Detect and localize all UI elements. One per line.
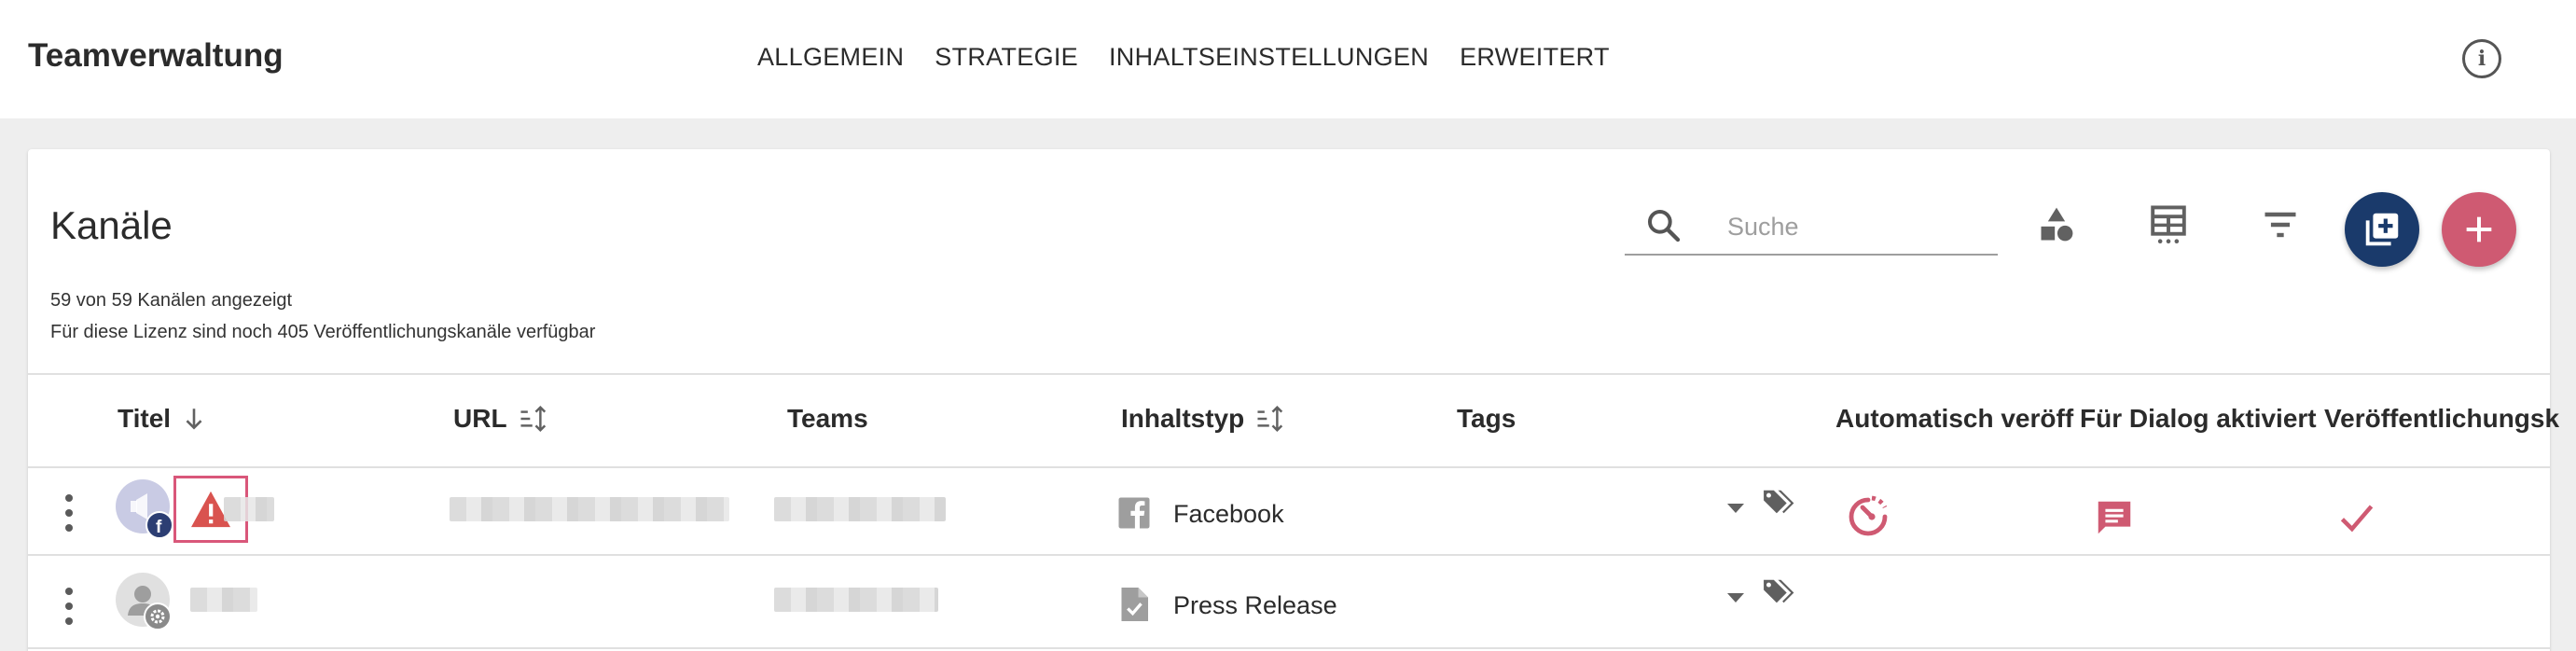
plus-icon — [2466, 216, 2492, 242]
add-library-button[interactable] — [2345, 192, 2419, 267]
nav-strategie[interactable]: STRATEGIE — [935, 43, 1078, 72]
filter-button[interactable] — [2257, 201, 2304, 248]
kebab-icon[interactable] — [63, 588, 75, 625]
column-header-label: Inhaltstyp — [1121, 404, 1245, 433]
channels-count-text: 59 von 59 Kanälen angezeigt — [50, 290, 293, 311]
columns-button[interactable] — [2145, 201, 2192, 248]
add-channel-button[interactable] — [2442, 192, 2516, 267]
main-nav: ALLGEMEIN STRATEGIE INHALTSEINSTELLUNGEN… — [757, 43, 1641, 72]
column-header-publishing[interactable]: Veröffentlichungsk — [2324, 404, 2559, 434]
column-header-titel[interactable]: Titel — [118, 404, 206, 434]
tag-icon[interactable] — [1761, 485, 1798, 519]
column-header-inhaltstyp[interactable]: Inhaltstyp — [1121, 404, 1285, 434]
page-title: Kanäle — [50, 203, 173, 247]
app-title: Teamverwaltung — [28, 37, 284, 74]
column-header-label: Tags — [1457, 404, 1517, 433]
search-field[interactable] — [1625, 198, 1998, 256]
column-header-label: Automatisch veröff — [1835, 404, 2074, 433]
channels-card: Kanäle 59 von 59 Kanälen angezeigt Für d… — [28, 149, 2559, 651]
nav-erweitert[interactable]: ERWEITERT — [1460, 43, 1610, 72]
shapes-icon — [2041, 207, 2073, 242]
content-type-label: Press Release — [1173, 591, 1337, 619]
timer-icon — [1849, 495, 1888, 536]
column-header-label: Teams — [787, 404, 868, 433]
document-check-icon — [1121, 588, 1148, 621]
sort-icon — [520, 405, 546, 433]
column-header-url[interactable]: URL — [453, 404, 548, 434]
sort-arrow-icon — [186, 409, 202, 430]
column-header-label: Veröffentlichungsk — [2324, 404, 2560, 433]
dropdown-caret-icon[interactable] — [1727, 593, 1744, 603]
column-header-auto-publish[interactable]: Automatisch veröff — [1835, 404, 2073, 434]
row-divider — [28, 647, 2550, 649]
chat-icon — [2098, 501, 2131, 534]
redacted-title — [190, 588, 257, 612]
tag-icon[interactable] — [1761, 575, 1798, 608]
facebook-icon: f — [145, 511, 173, 539]
search-input[interactable] — [1727, 211, 1988, 242]
redacted-url — [450, 497, 729, 521]
column-header-label: URL — [453, 404, 507, 433]
table-divider — [28, 373, 2550, 375]
column-header-tags[interactable]: Tags — [1457, 404, 1516, 434]
column-header-dialog[interactable]: Für Dialog aktiviert — [2080, 404, 2317, 434]
license-info-text: Für diese Lizenz sind noch 405 Veröffent… — [50, 322, 596, 342]
content-type-label: Facebook — [1173, 500, 1284, 528]
row-divider — [28, 554, 2550, 556]
avatar — [116, 573, 172, 630]
redacted-teams — [774, 588, 938, 612]
redacted-title — [224, 497, 274, 521]
nav-inhaltseinstellungen[interactable]: INHALTSEINSTELLUNGEN — [1109, 43, 1429, 72]
add-library-icon — [2365, 213, 2399, 246]
table-columns-icon — [2151, 205, 2186, 243]
sort-icon — [1257, 405, 1283, 433]
gear-icon — [144, 603, 172, 630]
row-divider — [28, 466, 2550, 468]
check-icon — [2340, 505, 2374, 533]
column-header-label: Für Dialog aktiviert — [2080, 404, 2317, 433]
dropdown-caret-icon[interactable] — [1727, 504, 1744, 513]
filter-icon — [2264, 212, 2296, 238]
redacted-teams — [774, 497, 946, 521]
facebook-icon — [1118, 497, 1150, 529]
svg-text:f: f — [156, 518, 162, 537]
search-icon — [1648, 210, 1681, 242]
top-bar: Teamverwaltung ALLGEMEIN STRATEGIE INHAL… — [0, 0, 2576, 118]
shapes-button[interactable] — [2033, 201, 2080, 248]
column-header-teams[interactable]: Teams — [787, 404, 868, 434]
info-icon[interactable]: i — [2462, 39, 2501, 78]
kebab-icon[interactable] — [63, 494, 75, 532]
column-header-label: Titel — [118, 404, 172, 433]
nav-allgemein[interactable]: ALLGEMEIN — [757, 43, 904, 72]
avatar: f — [116, 479, 173, 539]
